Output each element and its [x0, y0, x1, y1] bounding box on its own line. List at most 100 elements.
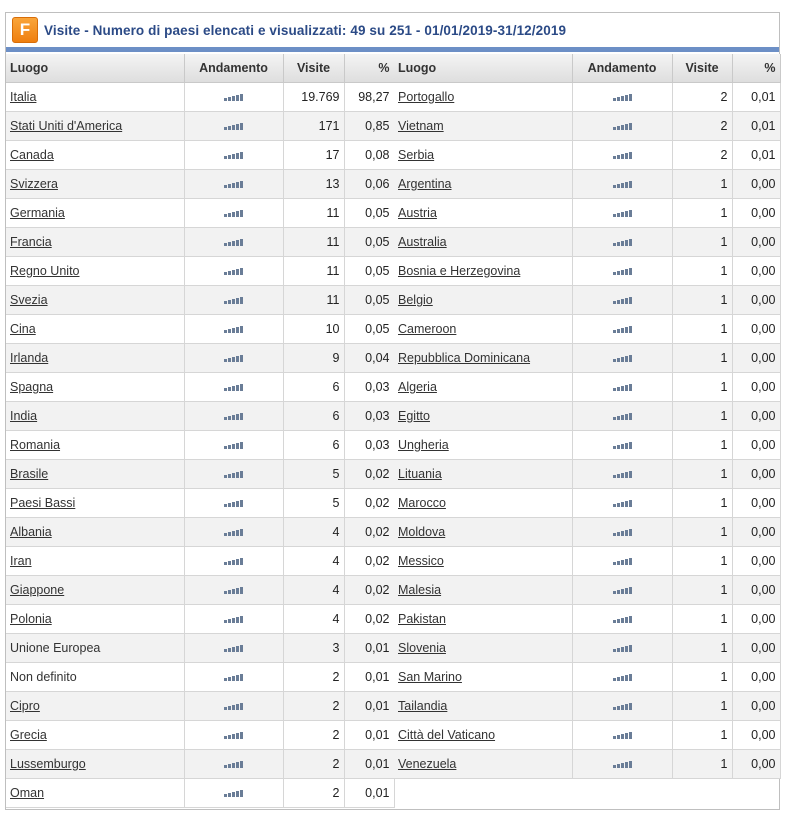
bar-chart-icon[interactable] [612, 558, 632, 565]
bar-chart-icon[interactable] [612, 587, 632, 594]
bar-chart-icon[interactable] [224, 152, 243, 159]
bar-chart-icon[interactable] [612, 413, 632, 420]
place-link[interactable]: Svezia [10, 293, 48, 307]
place-link[interactable]: Paesi Bassi [10, 496, 75, 510]
place-link[interactable]: Regno Unito [10, 264, 80, 278]
place-link[interactable]: Bosnia e Herzegovina [398, 264, 520, 278]
place-link[interactable]: Vietnam [398, 119, 444, 133]
place-link[interactable]: Repubblica Dominicana [398, 351, 530, 365]
bar-chart-icon[interactable] [224, 181, 243, 188]
place-link[interactable]: Germania [10, 206, 65, 220]
place-link[interactable]: Stati Uniti d'America [10, 119, 122, 133]
place-link[interactable]: Brasile [10, 467, 48, 481]
bar-chart-icon[interactable] [224, 326, 243, 333]
place-link[interactable]: Portogallo [398, 90, 454, 104]
bar-chart-icon[interactable] [612, 326, 632, 333]
place-link[interactable]: Polonia [10, 612, 52, 626]
place-link[interactable]: Francia [10, 235, 52, 249]
place-link[interactable]: Tailandia [398, 699, 447, 713]
bar-chart-icon[interactable] [612, 355, 632, 362]
place-link[interactable]: Città del Vaticano [398, 728, 495, 742]
bar-chart-icon[interactable] [612, 616, 632, 623]
bar-chart-icon[interactable] [224, 268, 243, 275]
place-link[interactable]: Spagna [10, 380, 53, 394]
place-link[interactable]: Venezuela [398, 757, 456, 771]
place-link[interactable]: Ungheria [398, 438, 449, 452]
bar-chart-icon[interactable] [224, 761, 243, 768]
bar-chart-icon[interactable] [224, 442, 243, 449]
column-header-percent[interactable]: % [344, 54, 395, 83]
bar-chart-icon[interactable] [612, 384, 632, 391]
column-header-place[interactable]: Luogo [394, 54, 573, 83]
place-link[interactable]: Cipro [10, 699, 40, 713]
bar-chart-icon[interactable] [224, 587, 243, 594]
bar-chart-icon[interactable] [224, 703, 243, 710]
place-link[interactable]: Austria [398, 206, 437, 220]
bar-chart-icon[interactable] [224, 790, 243, 797]
place-link[interactable]: Australia [398, 235, 447, 249]
place-link[interactable]: Slovenia [398, 641, 446, 655]
column-header-visits[interactable]: Visite [283, 54, 345, 83]
column-header-visits[interactable]: Visite [672, 54, 733, 83]
place-link[interactable]: Oman [10, 786, 44, 800]
place-link[interactable]: Egitto [398, 409, 430, 423]
place-link[interactable]: Grecia [10, 728, 47, 742]
bar-chart-icon[interactable] [612, 181, 632, 188]
place-link[interactable]: Cameroon [398, 322, 456, 336]
place-link[interactable]: Cina [10, 322, 36, 336]
place-link[interactable]: Lituania [398, 467, 442, 481]
bar-chart-icon[interactable] [612, 268, 632, 275]
bar-chart-icon[interactable] [224, 471, 243, 478]
column-header-trend[interactable]: Andamento [572, 54, 673, 83]
bar-chart-icon[interactable] [224, 94, 243, 101]
place-link[interactable]: Romania [10, 438, 60, 452]
place-link[interactable]: Pakistan [398, 612, 446, 626]
place-link[interactable]: Moldova [398, 525, 445, 539]
place-link[interactable]: Malesia [398, 583, 441, 597]
place-link[interactable]: Marocco [398, 496, 446, 510]
bar-chart-icon[interactable] [224, 645, 243, 652]
place-link[interactable]: Giappone [10, 583, 64, 597]
bar-chart-icon[interactable] [612, 529, 632, 536]
place-link[interactable]: Albania [10, 525, 52, 539]
bar-chart-icon[interactable] [612, 674, 632, 681]
place-link[interactable]: Svizzera [10, 177, 58, 191]
place-link[interactable]: Argentina [398, 177, 452, 191]
bar-chart-icon[interactable] [612, 500, 632, 507]
bar-chart-icon[interactable] [612, 94, 632, 101]
column-header-trend[interactable]: Andamento [184, 54, 284, 83]
place-link[interactable]: San Marino [398, 670, 462, 684]
bar-chart-icon[interactable] [612, 703, 632, 710]
bar-chart-icon[interactable] [612, 297, 632, 304]
bar-chart-icon[interactable] [612, 471, 632, 478]
place-link[interactable]: Irlanda [10, 351, 48, 365]
place-link[interactable]: India [10, 409, 37, 423]
bar-chart-icon[interactable] [612, 645, 632, 652]
bar-chart-icon[interactable] [224, 558, 243, 565]
place-link[interactable]: Algeria [398, 380, 437, 394]
place-link[interactable]: Canada [10, 148, 54, 162]
column-header-place[interactable]: Luogo [6, 54, 185, 83]
place-link[interactable]: Lussemburgo [10, 757, 86, 771]
bar-chart-icon[interactable] [612, 239, 632, 246]
bar-chart-icon[interactable] [224, 413, 243, 420]
place-link[interactable]: Italia [10, 90, 36, 104]
bar-chart-icon[interactable] [224, 297, 243, 304]
bar-chart-icon[interactable] [224, 384, 243, 391]
place-link[interactable]: Serbia [398, 148, 434, 162]
bar-chart-icon[interactable] [612, 761, 632, 768]
bar-chart-icon[interactable] [612, 732, 632, 739]
bar-chart-icon[interactable] [224, 732, 243, 739]
bar-chart-icon[interactable] [612, 123, 632, 130]
bar-chart-icon[interactable] [224, 123, 243, 130]
bar-chart-icon[interactable] [224, 674, 243, 681]
bar-chart-icon[interactable] [224, 355, 243, 362]
column-header-percent[interactable]: % [732, 54, 781, 83]
place-link[interactable]: Iran [10, 554, 32, 568]
place-link[interactable]: Belgio [398, 293, 433, 307]
bar-chart-icon[interactable] [612, 152, 632, 159]
bar-chart-icon[interactable] [612, 210, 632, 217]
bar-chart-icon[interactable] [224, 500, 243, 507]
bar-chart-icon[interactable] [224, 239, 243, 246]
bar-chart-icon[interactable] [224, 616, 243, 623]
